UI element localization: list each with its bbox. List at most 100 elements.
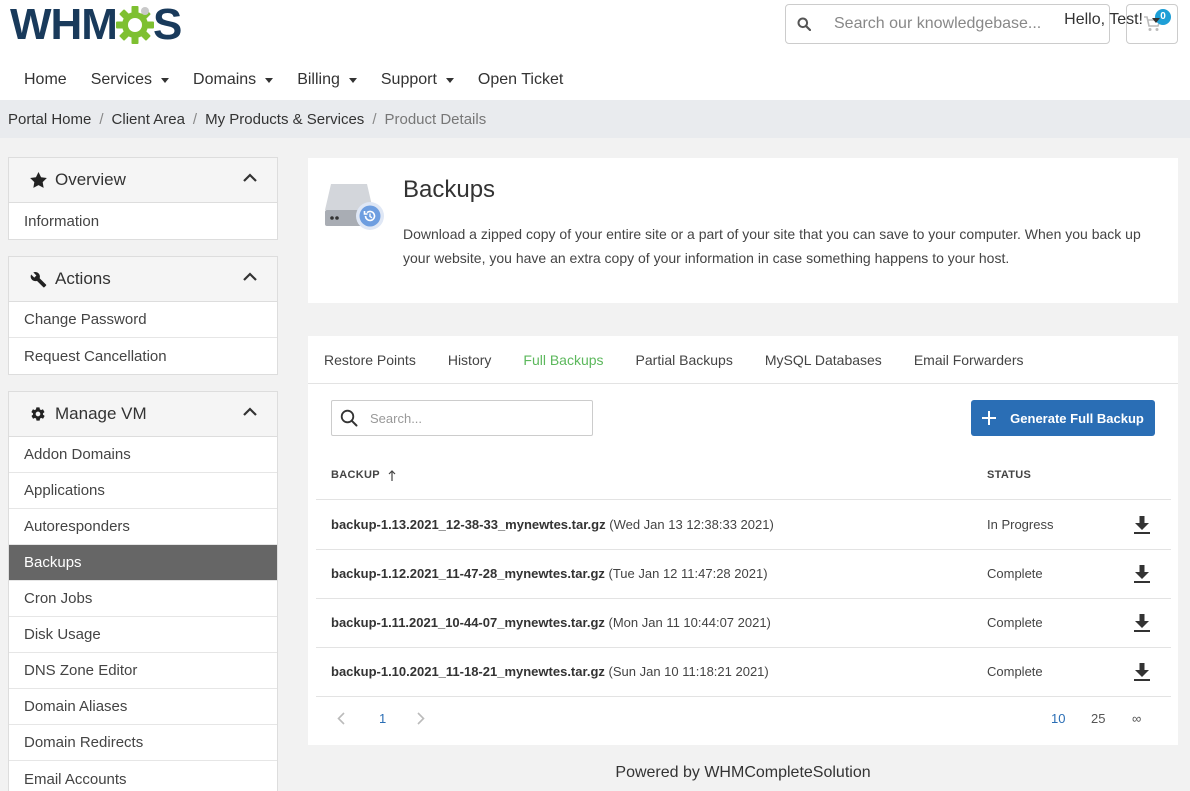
nav-item-home[interactable]: Home (24, 71, 67, 89)
nav-item-domains[interactable]: Domains (193, 71, 274, 89)
sidebar-item-applications[interactable]: Applications (9, 473, 277, 509)
header: WHM S Search our knowledgebase... 0 Home… (0, 0, 1190, 100)
chevron-up-icon[interactable] (243, 173, 257, 182)
backup-drive-icon (325, 184, 384, 230)
table-header: BACKUP STATUS (316, 454, 1171, 500)
sidebar-item-request-cancellation[interactable]: Request Cancellation (9, 338, 277, 374)
download-icon[interactable] (1132, 662, 1152, 682)
gear-icon (29, 405, 47, 423)
sidebar-item-autoresponders[interactable]: Autoresponders (9, 509, 277, 545)
sidebar-item-dns-zone-editor[interactable]: DNS Zone Editor (9, 653, 277, 689)
chevron-right-icon[interactable] (417, 712, 425, 725)
nav-item-label: Support (380, 71, 437, 88)
generate-full-backup-button[interactable]: Generate Full Backup (971, 400, 1155, 436)
chevron-up-icon[interactable] (243, 272, 257, 281)
actions-panel-header[interactable]: Actions (9, 257, 277, 302)
backup-filename: backup-1.13.2021_12-38-33_mynewtes.tar.g… (331, 517, 606, 532)
nav-item-label: Open Ticket (477, 71, 564, 88)
download-icon[interactable] (1132, 515, 1152, 535)
user-greeting: Hello, Test! (1064, 11, 1143, 28)
overview-panel: Overview Information (8, 157, 278, 240)
generate-full-backup-label: Generate Full Backup (1010, 410, 1144, 426)
backup-filename-cell: backup-1.11.2021_10-44-07_mynewtes.tar.g… (331, 615, 771, 630)
plus-icon (982, 411, 997, 425)
logo-text-right: S (152, 0, 182, 49)
chevron-up-icon[interactable] (243, 407, 257, 416)
top-navigation: Home Services Domains Billing Support Open Ti… (0, 60, 1190, 100)
overview-panel-title: Overview (55, 170, 126, 189)
nav-item-services[interactable]: Services (91, 71, 170, 89)
tab-mysql-databases[interactable]: MySQL Databases (765, 352, 882, 368)
sidebar-item-domain-aliases[interactable]: Domain Aliases (9, 689, 277, 725)
table-row: backup-1.13.2021_12-38-33_mynewtes.tar.g… (316, 501, 1171, 550)
sidebar-item-domain-redirects[interactable]: Domain Redirects (9, 725, 277, 761)
manage-vm-panel-title: Manage VM (55, 404, 147, 423)
column-header-backup-label: BACKUP (331, 469, 380, 481)
breadcrumb-separator: / (192, 110, 198, 128)
search-icon (332, 409, 366, 427)
backup-status: Complete (987, 664, 1043, 679)
backup-filename-cell: backup-1.10.2021_11-18-21_mynewtes.tar.g… (331, 664, 769, 679)
download-icon[interactable] (1132, 613, 1152, 633)
sidebar-item-cron-jobs[interactable]: Cron Jobs (9, 581, 277, 617)
backup-filename: backup-1.10.2021_11-18-21_mynewtes.tar.g… (331, 664, 605, 679)
knowledgebase-search[interactable] (785, 4, 1110, 44)
chevron-down-icon (1152, 17, 1160, 23)
breadcrumb-separator: / (99, 110, 104, 128)
manage-vm-panel: Manage VM Addon Domains Applications Autor… (8, 391, 278, 791)
chevron-down-icon (445, 77, 454, 83)
nav-item-open-ticket[interactable]: Open Ticket (478, 71, 563, 89)
tab-email-forwarders[interactable]: Email Forwarders (914, 352, 1024, 368)
page-number-current[interactable]: 1 (379, 711, 386, 726)
nav-item-support[interactable]: Support (381, 71, 454, 89)
backup-search[interactable] (331, 400, 593, 436)
breadcrumb-portal-home[interactable]: Portal Home (8, 111, 91, 128)
backup-filename-cell: backup-1.12.2021_11-47-28_mynewtes.tar.g… (331, 566, 768, 581)
sidebar-item-backups[interactable]: Backups (9, 545, 277, 581)
nav-item-billing[interactable]: Billing (297, 71, 357, 89)
column-header-status[interactable]: STATUS (987, 469, 1031, 481)
backup-date: (Sun Jan 10 11:18:21 2021) (608, 664, 769, 679)
wrench-icon (29, 270, 47, 288)
sidebar-item-addon-domains[interactable]: Addon Domains (9, 437, 277, 473)
whmcs-logo[interactable]: WHM S (10, 0, 182, 49)
breadcrumb: Portal Home / Client Area / My Products & Se… (0, 100, 1190, 138)
backup-filename: backup-1.11.2021_10-44-07_mynewtes.tar.g… (331, 615, 605, 630)
sidebar-item-disk-usage[interactable]: Disk Usage (9, 617, 277, 653)
backup-search-input[interactable] (370, 410, 580, 426)
page-title: Backups (403, 176, 496, 203)
breadcrumb-client-area[interactable]: Client Area (112, 111, 185, 128)
tab-restore-points[interactable]: Restore Points (324, 352, 416, 368)
pagination: 1 10 25 ∞ (308, 704, 1178, 734)
sidebar-item-information[interactable]: Information (9, 203, 277, 239)
sidebar-item-email-accounts[interactable]: Email Accounts (9, 761, 277, 791)
manage-vm-panel-header[interactable]: Manage VM (9, 392, 277, 437)
backup-status: In Progress (987, 517, 1054, 532)
page-size-option[interactable]: 25 (1091, 711, 1105, 726)
footer-text: Powered by WHMCompleteSolution (615, 764, 871, 781)
breadcrumb-product-details: Product Details (384, 110, 487, 128)
backup-date: (Wed Jan 13 12:38:33 2021) (609, 517, 774, 532)
tab-partial-backups[interactable]: Partial Backups (636, 352, 733, 368)
chevron-left-icon[interactable] (337, 712, 345, 725)
page-size-option[interactable]: ∞ (1132, 711, 1141, 726)
overview-panel-header[interactable]: Overview (9, 158, 277, 203)
nav-item-label: Home (24, 71, 67, 88)
logo-text-left: WHM (10, 0, 118, 49)
page-size-option[interactable]: 10 (1051, 711, 1065, 726)
download-icon[interactable] (1132, 564, 1152, 584)
sort-arrow-up-icon (388, 469, 396, 481)
user-menu[interactable]: Hello, Test! (1064, 11, 1160, 29)
backup-tabs: Restore Points History Full Backups Partial… (308, 336, 1178, 384)
page-description: Download a zipped copy of your entire si… (403, 226, 1141, 266)
backups-intro-card: Backups Download a zipped copy of your e… (308, 158, 1178, 303)
tab-history[interactable]: History (448, 352, 492, 368)
sidebar-item-change-password[interactable]: Change Password (9, 302, 277, 338)
backup-date: (Tue Jan 12 11:47:28 2021) (608, 566, 768, 581)
breadcrumb-my-products-services[interactable]: My Products & Services (205, 111, 364, 128)
column-header-backup[interactable]: BACKUP (331, 469, 396, 481)
gear-logo-icon (115, 6, 154, 44)
table-row: backup-1.12.2021_11-47-28_mynewtes.tar.g… (316, 550, 1171, 599)
tab-full-backups[interactable]: Full Backups (523, 352, 603, 368)
nav-item-label: Billing (297, 71, 340, 88)
